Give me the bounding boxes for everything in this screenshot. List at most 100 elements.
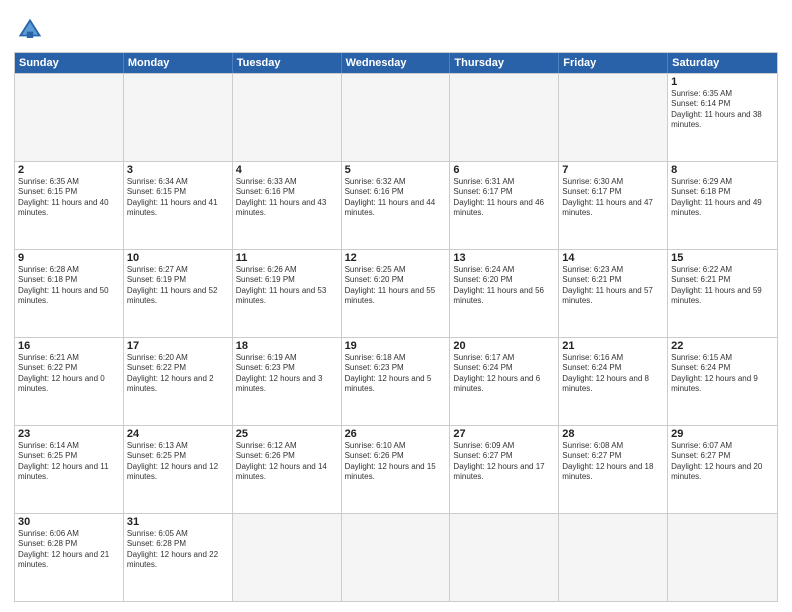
day-header-wednesday: Wednesday	[342, 53, 451, 73]
calendar-cell-12: 12Sunrise: 6:25 AM Sunset: 6:20 PM Dayli…	[342, 250, 451, 337]
day-header-sunday: Sunday	[15, 53, 124, 73]
day-number: 29	[671, 428, 774, 440]
calendar-cell-empty	[668, 514, 777, 601]
calendar-cell-29: 29Sunrise: 6:07 AM Sunset: 6:27 PM Dayli…	[668, 426, 777, 513]
calendar-cell-empty	[124, 74, 233, 161]
cell-info: Sunrise: 6:23 AM Sunset: 6:21 PM Dayligh…	[562, 265, 664, 307]
calendar-row-0: 1Sunrise: 6:35 AM Sunset: 6:14 PM Daylig…	[15, 73, 777, 161]
header	[14, 10, 778, 46]
day-number: 27	[453, 428, 555, 440]
calendar-cell-2: 2Sunrise: 6:35 AM Sunset: 6:15 PM Daylig…	[15, 162, 124, 249]
day-number: 15	[671, 252, 774, 264]
calendar-cell-empty	[15, 74, 124, 161]
day-header-friday: Friday	[559, 53, 668, 73]
cell-info: Sunrise: 6:26 AM Sunset: 6:19 PM Dayligh…	[236, 265, 338, 307]
cell-info: Sunrise: 6:32 AM Sunset: 6:16 PM Dayligh…	[345, 177, 447, 219]
day-number: 24	[127, 428, 229, 440]
day-header-thursday: Thursday	[450, 53, 559, 73]
cell-info: Sunrise: 6:20 AM Sunset: 6:22 PM Dayligh…	[127, 353, 229, 395]
day-header-tuesday: Tuesday	[233, 53, 342, 73]
calendar-cell-8: 8Sunrise: 6:29 AM Sunset: 6:18 PM Daylig…	[668, 162, 777, 249]
day-number: 1	[671, 76, 774, 88]
calendar-cell-23: 23Sunrise: 6:14 AM Sunset: 6:25 PM Dayli…	[15, 426, 124, 513]
cell-info: Sunrise: 6:27 AM Sunset: 6:19 PM Dayligh…	[127, 265, 229, 307]
day-number: 4	[236, 164, 338, 176]
cell-info: Sunrise: 6:06 AM Sunset: 6:28 PM Dayligh…	[18, 529, 120, 571]
calendar-row-1: 2Sunrise: 6:35 AM Sunset: 6:15 PM Daylig…	[15, 161, 777, 249]
cell-info: Sunrise: 6:17 AM Sunset: 6:24 PM Dayligh…	[453, 353, 555, 395]
cell-info: Sunrise: 6:16 AM Sunset: 6:24 PM Dayligh…	[562, 353, 664, 395]
cell-info: Sunrise: 6:08 AM Sunset: 6:27 PM Dayligh…	[562, 441, 664, 483]
day-number: 19	[345, 340, 447, 352]
cell-info: Sunrise: 6:29 AM Sunset: 6:18 PM Dayligh…	[671, 177, 774, 219]
day-number: 16	[18, 340, 120, 352]
calendar-cell-6: 6Sunrise: 6:31 AM Sunset: 6:17 PM Daylig…	[450, 162, 559, 249]
calendar-cell-3: 3Sunrise: 6:34 AM Sunset: 6:15 PM Daylig…	[124, 162, 233, 249]
calendar-cell-empty	[559, 514, 668, 601]
cell-info: Sunrise: 6:13 AM Sunset: 6:25 PM Dayligh…	[127, 441, 229, 483]
day-number: 12	[345, 252, 447, 264]
day-number: 13	[453, 252, 555, 264]
cell-info: Sunrise: 6:28 AM Sunset: 6:18 PM Dayligh…	[18, 265, 120, 307]
calendar-cell-empty	[450, 74, 559, 161]
calendar-row-5: 30Sunrise: 6:06 AM Sunset: 6:28 PM Dayli…	[15, 513, 777, 601]
calendar-cell-empty	[342, 74, 451, 161]
calendar-cell-11: 11Sunrise: 6:26 AM Sunset: 6:19 PM Dayli…	[233, 250, 342, 337]
calendar-cell-31: 31Sunrise: 6:05 AM Sunset: 6:28 PM Dayli…	[124, 514, 233, 601]
calendar-cell-empty	[450, 514, 559, 601]
calendar-cell-18: 18Sunrise: 6:19 AM Sunset: 6:23 PM Dayli…	[233, 338, 342, 425]
calendar-cell-20: 20Sunrise: 6:17 AM Sunset: 6:24 PM Dayli…	[450, 338, 559, 425]
cell-info: Sunrise: 6:12 AM Sunset: 6:26 PM Dayligh…	[236, 441, 338, 483]
cell-info: Sunrise: 6:19 AM Sunset: 6:23 PM Dayligh…	[236, 353, 338, 395]
calendar-cell-30: 30Sunrise: 6:06 AM Sunset: 6:28 PM Dayli…	[15, 514, 124, 601]
calendar-page: SundayMondayTuesdayWednesdayThursdayFrid…	[0, 0, 792, 612]
calendar-cell-9: 9Sunrise: 6:28 AM Sunset: 6:18 PM Daylig…	[15, 250, 124, 337]
calendar-cell-5: 5Sunrise: 6:32 AM Sunset: 6:16 PM Daylig…	[342, 162, 451, 249]
day-number: 5	[345, 164, 447, 176]
cell-info: Sunrise: 6:18 AM Sunset: 6:23 PM Dayligh…	[345, 353, 447, 395]
calendar-row-2: 9Sunrise: 6:28 AM Sunset: 6:18 PM Daylig…	[15, 249, 777, 337]
logo-icon	[14, 14, 46, 46]
day-number: 25	[236, 428, 338, 440]
day-number: 31	[127, 516, 229, 528]
day-header-saturday: Saturday	[668, 53, 777, 73]
cell-info: Sunrise: 6:35 AM Sunset: 6:15 PM Dayligh…	[18, 177, 120, 219]
calendar-cell-24: 24Sunrise: 6:13 AM Sunset: 6:25 PM Dayli…	[124, 426, 233, 513]
calendar-body: 1Sunrise: 6:35 AM Sunset: 6:14 PM Daylig…	[15, 73, 777, 601]
calendar-cell-28: 28Sunrise: 6:08 AM Sunset: 6:27 PM Dayli…	[559, 426, 668, 513]
cell-info: Sunrise: 6:35 AM Sunset: 6:14 PM Dayligh…	[671, 89, 774, 131]
day-number: 3	[127, 164, 229, 176]
calendar-cell-22: 22Sunrise: 6:15 AM Sunset: 6:24 PM Dayli…	[668, 338, 777, 425]
day-number: 11	[236, 252, 338, 264]
calendar-cell-16: 16Sunrise: 6:21 AM Sunset: 6:22 PM Dayli…	[15, 338, 124, 425]
day-number: 22	[671, 340, 774, 352]
day-number: 8	[671, 164, 774, 176]
calendar-cell-empty	[233, 514, 342, 601]
cell-info: Sunrise: 6:14 AM Sunset: 6:25 PM Dayligh…	[18, 441, 120, 483]
calendar-cell-7: 7Sunrise: 6:30 AM Sunset: 6:17 PM Daylig…	[559, 162, 668, 249]
cell-info: Sunrise: 6:34 AM Sunset: 6:15 PM Dayligh…	[127, 177, 229, 219]
cell-info: Sunrise: 6:30 AM Sunset: 6:17 PM Dayligh…	[562, 177, 664, 219]
calendar-cell-25: 25Sunrise: 6:12 AM Sunset: 6:26 PM Dayli…	[233, 426, 342, 513]
calendar-cell-14: 14Sunrise: 6:23 AM Sunset: 6:21 PM Dayli…	[559, 250, 668, 337]
calendar-row-4: 23Sunrise: 6:14 AM Sunset: 6:25 PM Dayli…	[15, 425, 777, 513]
cell-info: Sunrise: 6:25 AM Sunset: 6:20 PM Dayligh…	[345, 265, 447, 307]
cell-info: Sunrise: 6:31 AM Sunset: 6:17 PM Dayligh…	[453, 177, 555, 219]
calendar-cell-13: 13Sunrise: 6:24 AM Sunset: 6:20 PM Dayli…	[450, 250, 559, 337]
day-number: 26	[345, 428, 447, 440]
day-number: 17	[127, 340, 229, 352]
day-number: 28	[562, 428, 664, 440]
cell-info: Sunrise: 6:15 AM Sunset: 6:24 PM Dayligh…	[671, 353, 774, 395]
cell-info: Sunrise: 6:21 AM Sunset: 6:22 PM Dayligh…	[18, 353, 120, 395]
calendar-cell-15: 15Sunrise: 6:22 AM Sunset: 6:21 PM Dayli…	[668, 250, 777, 337]
day-header-monday: Monday	[124, 53, 233, 73]
day-number: 30	[18, 516, 120, 528]
cell-info: Sunrise: 6:05 AM Sunset: 6:28 PM Dayligh…	[127, 529, 229, 571]
day-number: 7	[562, 164, 664, 176]
cell-info: Sunrise: 6:07 AM Sunset: 6:27 PM Dayligh…	[671, 441, 774, 483]
day-number: 18	[236, 340, 338, 352]
day-number: 23	[18, 428, 120, 440]
calendar-cell-10: 10Sunrise: 6:27 AM Sunset: 6:19 PM Dayli…	[124, 250, 233, 337]
cell-info: Sunrise: 6:09 AM Sunset: 6:27 PM Dayligh…	[453, 441, 555, 483]
calendar-cell-empty	[342, 514, 451, 601]
